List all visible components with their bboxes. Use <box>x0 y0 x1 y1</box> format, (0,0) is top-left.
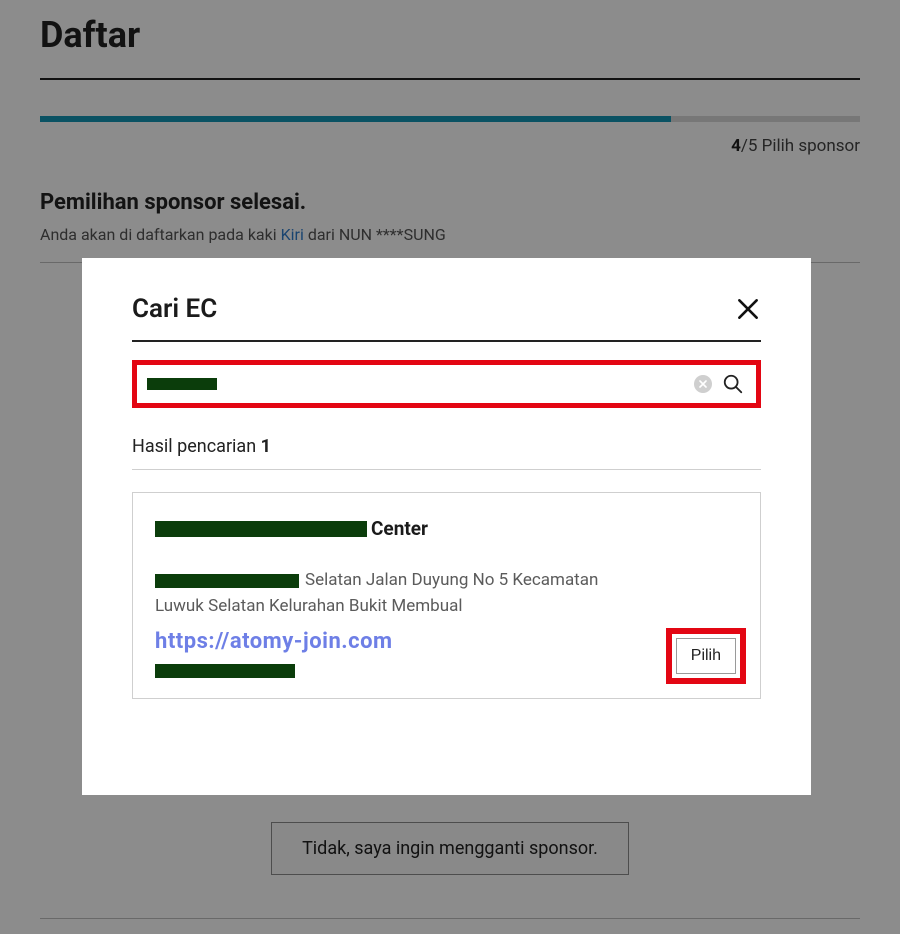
results-count-label: Hasil pencarian 1 <box>132 436 761 457</box>
search-ec-modal: Cari EC Hasil pencarian 1 Center <box>82 258 811 795</box>
select-button[interactable]: Pilih <box>676 638 736 674</box>
result-address: Luwuk Selatan Kelurahan Bukit Membual <box>155 594 738 620</box>
redacted-text <box>155 521 367 537</box>
redacted-text <box>155 574 299 588</box>
search-icon[interactable] <box>722 373 744 395</box>
redacted-text <box>147 378 217 390</box>
divider <box>132 469 761 470</box>
close-icon[interactable] <box>735 296 761 322</box>
search-input[interactable] <box>227 375 684 393</box>
modal-title: Cari EC <box>132 294 217 324</box>
select-button-highlight: Pilih <box>666 628 746 684</box>
result-address: Selatan Jalan Duyung No 5 Kecamatan <box>155 568 738 594</box>
search-field-highlight <box>132 360 761 408</box>
result-name: Center <box>155 517 738 540</box>
clear-icon[interactable] <box>694 375 712 393</box>
redacted-text <box>155 664 295 678</box>
watermark-text: https://atomy-join.com <box>155 625 738 658</box>
divider <box>132 340 761 342</box>
result-card: Center Selatan Jalan Duyung No 5 Kecamat… <box>132 492 761 699</box>
